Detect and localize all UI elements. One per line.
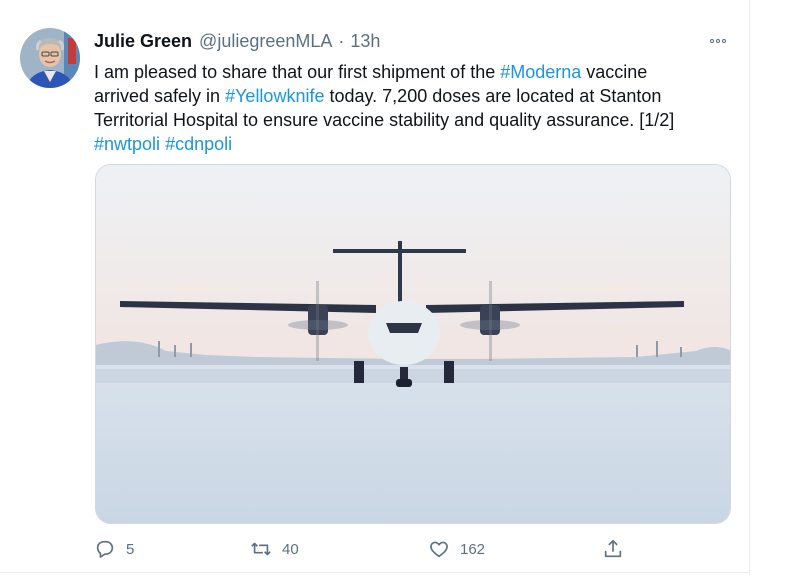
tweet-card[interactable]: Julie Green @juliegreenMLA · 13h I am pl…	[0, 0, 750, 575]
tweet-photo[interactable]	[95, 164, 731, 524]
text-segment: arrived safely in	[94, 86, 226, 106]
divider	[0, 572, 750, 573]
text-segment: vaccine	[581, 62, 648, 82]
avatar-image	[20, 28, 80, 88]
avatar[interactable]	[20, 28, 80, 88]
tweet-actions: 5 40 162	[94, 535, 654, 563]
timestamp[interactable]: 13h	[350, 31, 380, 52]
share-button[interactable]	[602, 535, 624, 563]
text-segment: I am pleased to share that our first shi…	[94, 62, 501, 82]
tweet-text-line: Territorial Hospital to ensure vaccine s…	[94, 108, 734, 132]
hashtag-link[interactable]: #cdnpoli	[165, 134, 232, 154]
retweet-button[interactable]: 40	[250, 535, 299, 563]
tweet-text: I am pleased to share that our first shi…	[94, 60, 734, 156]
reply-icon	[96, 540, 114, 558]
retweet-icon	[251, 542, 271, 556]
retweet-count: 40	[282, 540, 299, 558]
like-button[interactable]: 162	[428, 535, 485, 563]
reply-button[interactable]: 5	[94, 535, 134, 563]
text-segment: today. 7,200 doses are located at Stanto…	[324, 86, 662, 106]
hashtag-link[interactable]: #nwtpoli	[94, 134, 160, 154]
more-dot	[710, 39, 714, 43]
tweet-text-line: I am pleased to share that our first shi…	[94, 60, 734, 84]
heart-icon	[430, 541, 448, 558]
hashtag-link[interactable]: #Moderna	[500, 62, 581, 82]
like-count: 162	[460, 540, 486, 558]
text-segment: Territorial Hospital to ensure vaccine s…	[94, 110, 675, 130]
more-dot	[722, 39, 726, 43]
airplane-photo	[96, 165, 730, 523]
author-handle[interactable]: @juliegreenMLA	[199, 31, 332, 52]
more-dot	[716, 39, 720, 43]
tweet-text-line: #nwtpoli #cdnpoli	[94, 132, 734, 156]
more-options-icon[interactable]	[701, 30, 735, 52]
tweet-header: Julie Green @juliegreenMLA · 13h	[94, 29, 380, 53]
author-name[interactable]: Julie Green	[94, 31, 192, 52]
separator-dot: ·	[338, 30, 345, 51]
share-icon	[604, 539, 622, 558]
reply-count: 5	[126, 540, 135, 558]
tweet-text-line: arrived safely in #Yellowknife today. 7,…	[94, 84, 734, 108]
hashtag-link[interactable]: #Yellowknife	[225, 86, 324, 106]
